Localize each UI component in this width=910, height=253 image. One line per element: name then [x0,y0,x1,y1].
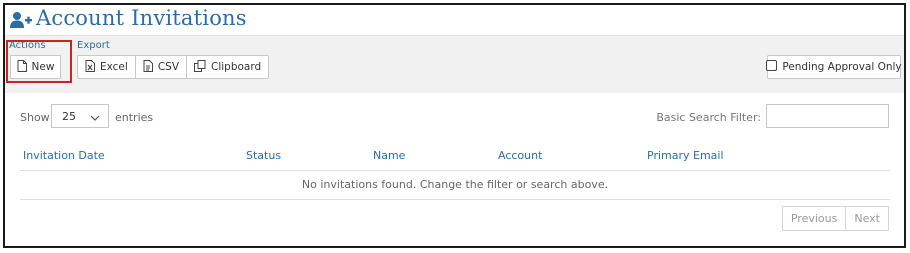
new-button-highlight [6,40,72,83]
column-header-account[interactable]: Account [498,149,542,162]
column-header-status[interactable]: Status [246,149,281,162]
checkbox[interactable] [766,60,778,74]
header-divider [20,170,890,171]
show-label: Show [20,111,50,124]
column-header-invitation-date[interactable]: Invitation Date [23,149,105,162]
column-header-primary-email[interactable]: Primary Email [647,149,724,162]
clipboard-button[interactable]: Clipboard [186,55,270,79]
next-page-button[interactable]: Next [845,206,889,231]
chevron-down-icon [90,112,100,125]
pending-approval-toggle[interactable]: Pending Approval Only [766,55,902,79]
csv-button-label: CSV [157,61,180,73]
pagination: Previous Next [781,206,889,231]
csv-button[interactable]: CSV [134,55,188,79]
page-header: Account Invitations [5,5,904,35]
clipboard-button-label: Clipboard [211,61,262,73]
pending-approval-label: Pending Approval Only [782,61,902,73]
toolbar: Actions Export New Excel CSV Clipboard P… [5,35,904,93]
excel-file-icon [85,59,95,75]
page-title: Account Invitations [36,6,247,30]
page-size-select[interactable]: 25 [51,104,109,128]
entries-label: entries [115,111,154,124]
user-plus-icon [10,11,32,29]
search-filter-label: Basic Search Filter: [656,111,761,124]
search-filter-input[interactable] [766,104,889,128]
excel-button[interactable]: Excel [77,55,136,79]
column-header-name[interactable]: Name [373,149,405,162]
export-group-label: Export [77,40,110,51]
previous-page-button[interactable]: Previous [781,206,847,231]
excel-button-label: Excel [100,61,128,73]
table-bottom-divider [20,199,890,200]
copy-icon [194,59,206,75]
export-button-group: Excel CSV Clipboard [77,55,270,79]
empty-table-message: No invitations found. Change the filter … [301,178,609,191]
account-invitations-panel: Account Invitations Actions Export New E… [3,3,906,248]
text-file-icon [143,59,153,75]
page-size-value: 25 [62,110,76,123]
